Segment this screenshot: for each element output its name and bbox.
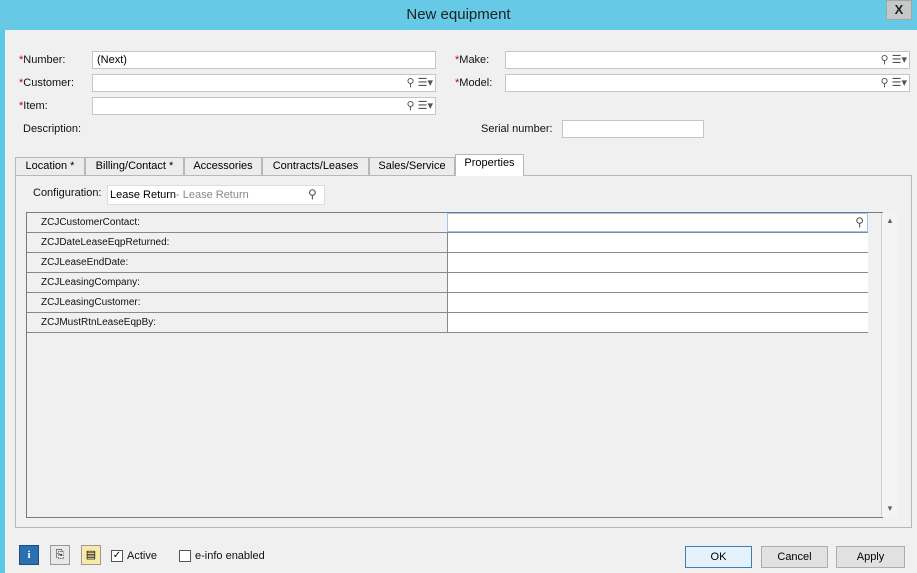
item-field[interactable]: ⚲ ☰▾ xyxy=(92,97,436,115)
window-title: New equipment xyxy=(406,6,511,23)
property-name: ZCJDateLeaseEqpReturned: xyxy=(41,237,170,248)
table-row: ZCJCustomerContact: ⚲ xyxy=(27,213,868,233)
ok-button[interactable]: OK xyxy=(685,546,752,568)
magnifier-icon[interactable]: ⚲ xyxy=(308,187,317,201)
property-value-field[interactable] xyxy=(447,273,868,292)
magnifier-icon[interactable]: ⚲ xyxy=(406,77,414,89)
note-icon[interactable]: ▤ xyxy=(81,545,101,565)
scroll-up-icon[interactable]: ▲ xyxy=(882,213,898,229)
serial-number-field[interactable] xyxy=(562,120,704,138)
property-name: ZCJLeaseEndDate: xyxy=(41,257,129,268)
description-label: Description: xyxy=(23,123,82,135)
tab-location[interactable]: Location * xyxy=(15,157,85,175)
title-bar: New equipment X xyxy=(0,0,917,30)
property-value-field[interactable] xyxy=(447,233,868,252)
active-label: Active xyxy=(127,550,157,562)
close-button[interactable]: X xyxy=(886,0,912,20)
tab-sales-service[interactable]: Sales/Service xyxy=(369,157,455,175)
apply-button[interactable]: Apply xyxy=(836,546,905,568)
scroll-down-icon[interactable]: ▼ xyxy=(882,501,898,517)
dropdown-menu-icon[interactable]: ☰▾ xyxy=(892,77,907,89)
einfo-checkbox[interactable] xyxy=(179,550,191,562)
dialog-body: *Number: (Next) *Customer: ⚲ ☰▾ *Item: ⚲… xyxy=(5,30,917,573)
tab-contracts-leases[interactable]: Contracts/Leases xyxy=(262,157,369,175)
magnifier-icon[interactable]: ⚲ xyxy=(880,54,888,66)
property-name: ZCJLeasingCustomer: xyxy=(41,297,141,308)
property-value-field[interactable] xyxy=(447,293,868,312)
customer-field[interactable]: ⚲ ☰▾ xyxy=(92,74,436,92)
number-field[interactable]: (Next) xyxy=(92,51,436,69)
configuration-value: Lease Return xyxy=(110,189,177,201)
number-label: *Number: xyxy=(19,54,66,66)
property-grid: ZCJCustomerContact: ⚲ ZCJDateLeaseEqpRet… xyxy=(26,212,883,518)
property-name: ZCJMustRtnLeaseEqpBy: xyxy=(41,317,157,328)
dropdown-menu-icon[interactable]: ☰▾ xyxy=(418,100,433,112)
table-row: ZCJLeasingCompany: xyxy=(27,273,868,293)
property-name: ZCJCustomerContact: xyxy=(41,217,140,228)
property-value-field[interactable]: ⚲ xyxy=(447,213,868,232)
cancel-button[interactable]: Cancel xyxy=(761,546,828,568)
property-name: ZCJLeasingCompany: xyxy=(41,277,140,288)
table-row: ZCJLeaseEndDate: xyxy=(27,253,868,273)
make-field[interactable]: ⚲ ☰▾ xyxy=(505,51,910,69)
active-checkbox[interactable]: ✓ xyxy=(111,550,123,562)
serial-number-label: Serial number: xyxy=(481,123,553,135)
tab-properties[interactable]: Properties xyxy=(455,154,524,176)
customer-label: *Customer: xyxy=(19,77,75,89)
configuration-field[interactable]: Lease Return - Lease Return ⚲ xyxy=(107,185,325,205)
property-value-field[interactable] xyxy=(447,313,868,332)
configuration-description: - Lease Return xyxy=(176,189,249,201)
magnifier-icon[interactable]: ⚲ xyxy=(406,100,414,112)
info-icon[interactable]: i xyxy=(19,545,39,565)
magnifier-icon[interactable]: ⚲ xyxy=(880,77,888,89)
tab-billing-contact[interactable]: Billing/Contact * xyxy=(85,157,184,175)
table-row: ZCJDateLeaseEqpReturned: xyxy=(27,233,868,253)
model-field[interactable]: ⚲ ☰▾ xyxy=(505,74,910,92)
einfo-label: e-info enabled xyxy=(195,550,265,562)
grid-scrollbar[interactable]: ▲ ▼ xyxy=(881,213,898,517)
item-label: *Item: xyxy=(19,100,48,112)
dropdown-menu-icon[interactable]: ☰▾ xyxy=(418,77,433,89)
property-value-field[interactable] xyxy=(447,253,868,272)
table-row: ZCJMustRtnLeaseEqpBy: xyxy=(27,313,868,333)
table-row: ZCJLeasingCustomer: xyxy=(27,293,868,313)
tab-accessories[interactable]: Accessories xyxy=(184,157,262,175)
make-label: *Make: xyxy=(455,54,490,66)
magnifier-icon[interactable]: ⚲ xyxy=(855,215,864,229)
dropdown-menu-icon[interactable]: ☰▾ xyxy=(892,54,907,66)
model-label: *Model: xyxy=(455,77,493,89)
configuration-label: Configuration: xyxy=(33,187,102,199)
paperclip-icon[interactable]: ⎘ xyxy=(50,545,70,565)
